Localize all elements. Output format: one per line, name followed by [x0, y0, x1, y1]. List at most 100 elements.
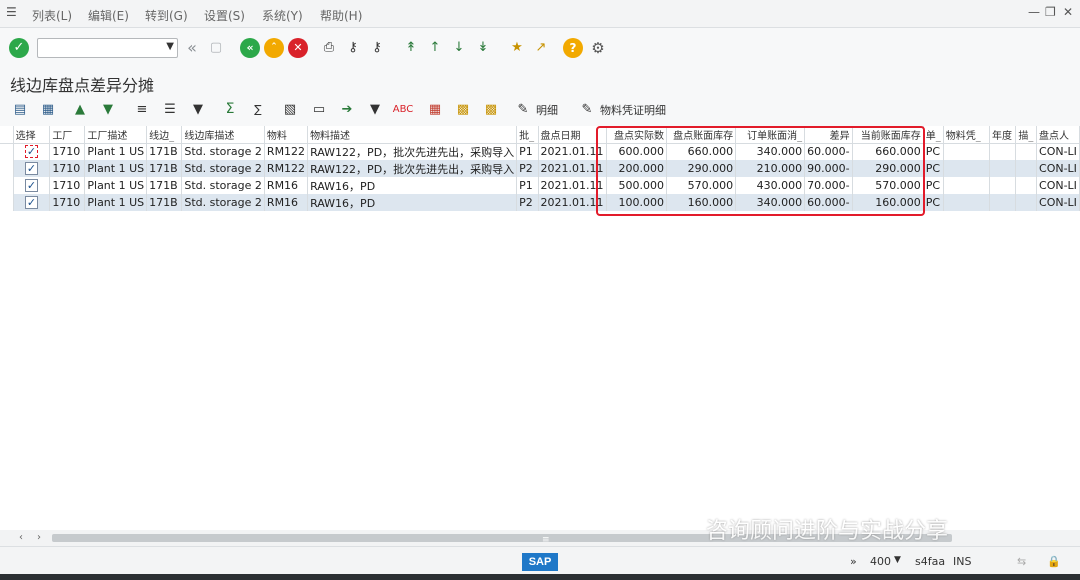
column-header[interactable]: 盘点日期: [538, 126, 607, 144]
print-icon[interactable]: ⎙: [319, 38, 339, 58]
detail-edit-icon[interactable]: ✎: [513, 99, 533, 119]
menu-settings[interactable]: 设置(S): [204, 7, 245, 24]
column-header[interactable]: 物料描述: [307, 126, 518, 144]
checkbox-checked-icon[interactable]: ✓: [24, 196, 38, 209]
restore-icon[interactable]: ❐: [1045, 5, 1056, 19]
sort-ascending-icon[interactable]: ▲: [70, 99, 90, 119]
sum-icon[interactable]: Σ: [220, 99, 240, 119]
taskbar-edge: [0, 574, 1080, 580]
column-header[interactable]: 盘点实际数: [606, 126, 668, 144]
column-header[interactable]: 物料凭_: [943, 126, 990, 144]
app-menu-icon[interactable]: ☰: [6, 6, 20, 18]
order-consumption-cell: 210.000: [735, 160, 806, 177]
layout-select-icon[interactable]: ▼: [365, 99, 385, 119]
column-header[interactable]: 物料: [264, 126, 309, 144]
scroll-right-icon[interactable]: ›: [37, 532, 41, 543]
row-selector[interactable]: [0, 177, 14, 194]
column-header[interactable]: 线边库描述: [181, 126, 265, 144]
sort-descending-icon[interactable]: ▼: [98, 99, 118, 119]
minimize-icon[interactable]: —: [1028, 5, 1040, 19]
watermark: 咨询顾问进阶与实战分享: [706, 519, 949, 544]
checkbox-checked-icon[interactable]: ✓: [24, 179, 38, 192]
print-preview-icon[interactable]: ▭: [309, 99, 329, 119]
column-header[interactable]: 工厂: [49, 126, 86, 144]
details-icon[interactable]: ▤: [10, 99, 30, 119]
shortcut-icon[interactable]: ↗: [531, 38, 551, 58]
gear-icon[interactable]: ⚙: [588, 38, 608, 58]
cancel-icon[interactable]: ✕: [288, 38, 308, 58]
menu-goto[interactable]: 转到(G): [145, 7, 188, 24]
send-icon[interactable]: ➔: [337, 99, 357, 119]
chevron-down-icon[interactable]: ▼: [894, 555, 901, 565]
column-header[interactable]: 当前账面库存: [852, 126, 924, 144]
select-checkbox[interactable]: ✓: [13, 160, 51, 177]
material-doc-icon[interactable]: ✎: [577, 99, 597, 119]
menu-list[interactable]: 列表(L): [32, 7, 72, 24]
select-checkbox[interactable]: ✓: [13, 143, 51, 160]
tree-icon[interactable]: ▩: [481, 99, 501, 119]
row-selector[interactable]: [0, 194, 14, 211]
checkbox-checked-icon[interactable]: ✓: [24, 145, 38, 159]
row-selector[interactable]: [0, 160, 14, 177]
column-header[interactable]: 盘点人: [1036, 126, 1080, 144]
menu-edit[interactable]: 编辑(E): [88, 7, 129, 24]
export-icon[interactable]: ▧: [280, 99, 300, 119]
current-book-stock-cell: 160.000: [852, 194, 924, 211]
column-header[interactable]: 盘点账面库存: [666, 126, 737, 144]
column-header[interactable]: 单_: [923, 126, 944, 144]
layout-icon[interactable]: ▦: [38, 99, 58, 119]
first-page-icon[interactable]: ↟: [401, 38, 421, 58]
column-header[interactable]: 工厂描述: [84, 126, 148, 144]
column-header[interactable]: 订单账面消_: [735, 126, 806, 144]
table-row[interactable]: ✓ 1710 Plant 1 US 171B Std. storage 2 RM…: [0, 160, 1080, 177]
table-row[interactable]: ✓ 1710 Plant 1 US 171B Std. storage 2 RM…: [0, 177, 1080, 194]
subtotal-icon[interactable]: ∑: [248, 99, 268, 119]
material-desc-cell: RAW16，PD: [307, 194, 518, 211]
filter-icon[interactable]: ▼: [188, 99, 208, 119]
material-doc-detail-button-label[interactable]: 物料凭证明细: [600, 102, 666, 118]
column-header[interactable]: 选择: [13, 126, 51, 144]
spelling-icon[interactable]: ABC: [393, 99, 414, 119]
chevron-down-icon[interactable]: ▼: [166, 41, 174, 52]
table-row[interactable]: ✓ 1710 Plant 1 US 171B Std. storage 2 RM…: [0, 143, 1080, 160]
collapse-icon[interactable]: «: [182, 38, 202, 58]
row-selector[interactable]: [0, 143, 14, 160]
menu-system[interactable]: 系统(Y): [262, 7, 303, 24]
column-header[interactable]: 批_: [516, 126, 539, 144]
create-session-icon[interactable]: ★: [507, 38, 527, 58]
enter-check-icon[interactable]: ✓: [9, 38, 29, 58]
column-header[interactable]: 描_: [1015, 126, 1038, 144]
next-page-icon[interactable]: ↓: [449, 38, 469, 58]
close-window-icon[interactable]: ✕: [1063, 5, 1073, 19]
select-checkbox[interactable]: ✓: [13, 177, 51, 194]
column-header[interactable]: 差异: [804, 126, 853, 144]
save-icon[interactable]: ▢: [206, 38, 226, 58]
help-icon[interactable]: ?: [563, 38, 583, 58]
status-expand-icon[interactable]: »: [850, 555, 857, 568]
align-icon[interactable]: ☰: [160, 99, 180, 119]
column-header[interactable]: 年度: [989, 126, 1017, 144]
select-checkbox[interactable]: ✓: [13, 194, 51, 211]
system-field: s4faa: [915, 555, 946, 568]
exit-icon[interactable]: ˆ: [264, 38, 284, 58]
command-field[interactable]: ▼: [37, 38, 178, 58]
detail-button-label[interactable]: 明细: [536, 102, 558, 118]
scroll-left-icon[interactable]: ‹: [19, 532, 23, 543]
checkbox-checked-icon[interactable]: ✓: [24, 162, 38, 175]
last-page-icon[interactable]: ↡: [473, 38, 493, 58]
row-selector-header[interactable]: [0, 126, 14, 144]
menu-help[interactable]: 帮助(H): [320, 7, 362, 24]
hierarchy-icon[interactable]: ▩: [453, 99, 473, 119]
input-mode-field[interactable]: INS: [953, 555, 971, 568]
table-icon[interactable]: ▦: [425, 99, 445, 119]
find-next-icon[interactable]: ⚷: [367, 38, 387, 58]
column-header[interactable]: 线边_: [146, 126, 183, 144]
previous-page-icon[interactable]: ↑: [425, 38, 445, 58]
lock-icon: 🔒: [1047, 555, 1061, 568]
back-icon[interactable]: «: [240, 38, 260, 58]
filter-lines-icon[interactable]: ≡: [132, 99, 152, 119]
batch-cell: P1: [516, 143, 539, 160]
client-field[interactable]: 400: [870, 555, 891, 568]
table-row[interactable]: ✓ 1710 Plant 1 US 171B Std. storage 2 RM…: [0, 194, 1080, 211]
find-icon[interactable]: ⚷: [343, 38, 363, 58]
